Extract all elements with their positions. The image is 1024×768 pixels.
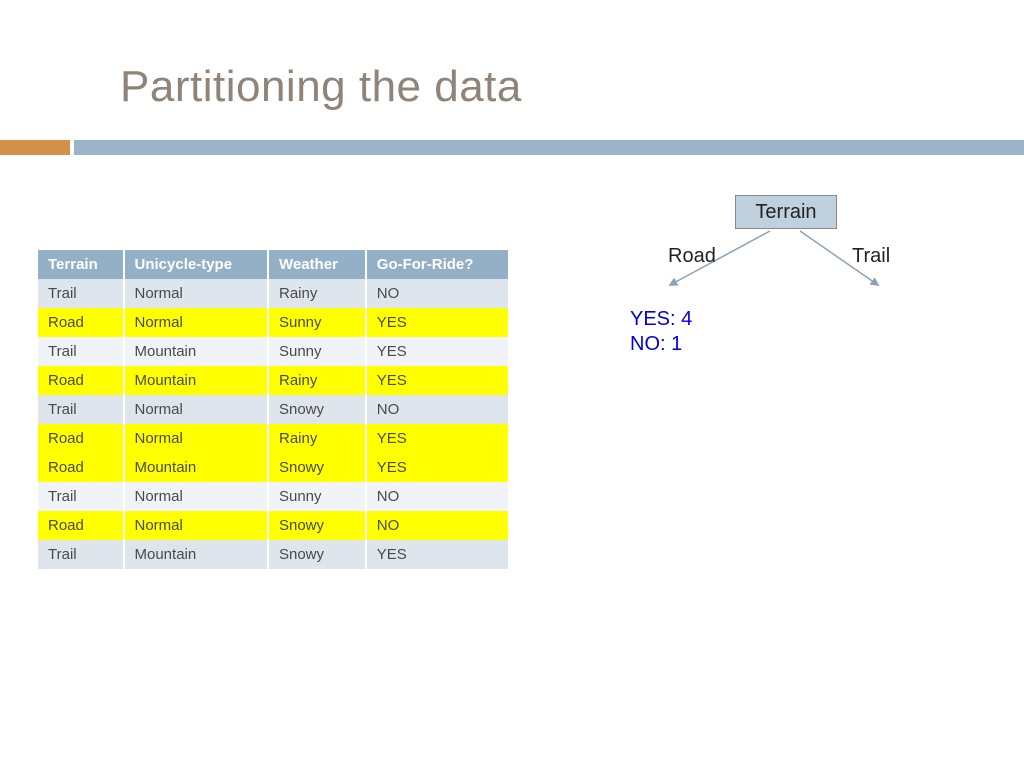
table-cell: Trail [38,279,124,308]
table-cell: NO [366,279,508,308]
table-row: TrailNormalSnowyNO [38,395,508,424]
table-cell: YES [366,540,508,569]
table-cell: Mountain [124,366,268,395]
table-cell: Sunny [268,337,366,366]
table-cell: Sunny [268,308,366,337]
table-cell: Rainy [268,424,366,453]
col-weather: Weather [268,250,366,279]
data-table: Terrain Unicycle-type Weather Go-For-Rid… [38,250,508,569]
table-cell: Normal [124,279,268,308]
table-cell: NO [366,395,508,424]
title-underline [0,140,1024,155]
table-cell: Trail [38,337,124,366]
table-row: TrailMountainSnowyYES [38,540,508,569]
table-cell: YES [366,366,508,395]
table-cell: Trail [38,482,124,511]
table-row: RoadNormalSunnyYES [38,308,508,337]
page-title: Partitioning the data [120,62,522,112]
col-terrain: Terrain [38,250,124,279]
table-row: RoadNormalRainyYES [38,424,508,453]
table-cell: Snowy [268,540,366,569]
table-body: TrailNormalRainyNORoadNormalSunnyYESTrai… [38,279,508,569]
table-cell: Sunny [268,482,366,511]
table-cell: Mountain [124,540,268,569]
table-cell: Road [38,424,124,453]
decision-tree: Terrain Road Trail YES: 4 NO: 1 [620,195,950,395]
table-cell: YES [366,424,508,453]
tree-root-node: Terrain [735,195,837,229]
table-row: TrailNormalRainyNO [38,279,508,308]
table-row: RoadMountainSnowyYES [38,453,508,482]
table-cell: Normal [124,511,268,540]
table-cell: YES [366,337,508,366]
table-cell: Trail [38,540,124,569]
table-row: RoadNormalSnowyNO [38,511,508,540]
table-cell: Trail [38,395,124,424]
table-row: TrailNormalSunnyNO [38,482,508,511]
table-cell: Road [38,511,124,540]
table-cell: Normal [124,308,268,337]
table-cell: Road [38,366,124,395]
tree-branch-right: Trail [852,245,890,268]
table-cell: Mountain [124,453,268,482]
table-cell: Rainy [268,279,366,308]
table-cell: Rainy [268,366,366,395]
table-cell: Road [38,453,124,482]
slide: Partitioning the data Terrain Unicycle-t… [0,0,1024,768]
tree-branch-left: Road [668,245,716,268]
table-cell: Mountain [124,337,268,366]
table-cell: NO [366,511,508,540]
result-yes: YES: 4 [630,307,692,332]
tree-left-result: YES: 4 NO: 1 [630,307,692,357]
table-cell: Normal [124,395,268,424]
table-cell: YES [366,308,508,337]
table-cell: YES [366,453,508,482]
result-no: NO: 1 [630,332,692,357]
table-cell: Snowy [268,453,366,482]
underline-orange [0,140,70,155]
table-cell: Snowy [268,395,366,424]
table-row: TrailMountainSunnyYES [38,337,508,366]
underline-blue [74,140,1024,155]
table-header-row: Terrain Unicycle-type Weather Go-For-Rid… [38,250,508,279]
table-cell: NO [366,482,508,511]
table-cell: Road [38,308,124,337]
table-row: RoadMountainRainyYES [38,366,508,395]
col-unicycle: Unicycle-type [124,250,268,279]
table-cell: Snowy [268,511,366,540]
col-ride: Go-For-Ride? [366,250,508,279]
table-cell: Normal [124,424,268,453]
table-cell: Normal [124,482,268,511]
